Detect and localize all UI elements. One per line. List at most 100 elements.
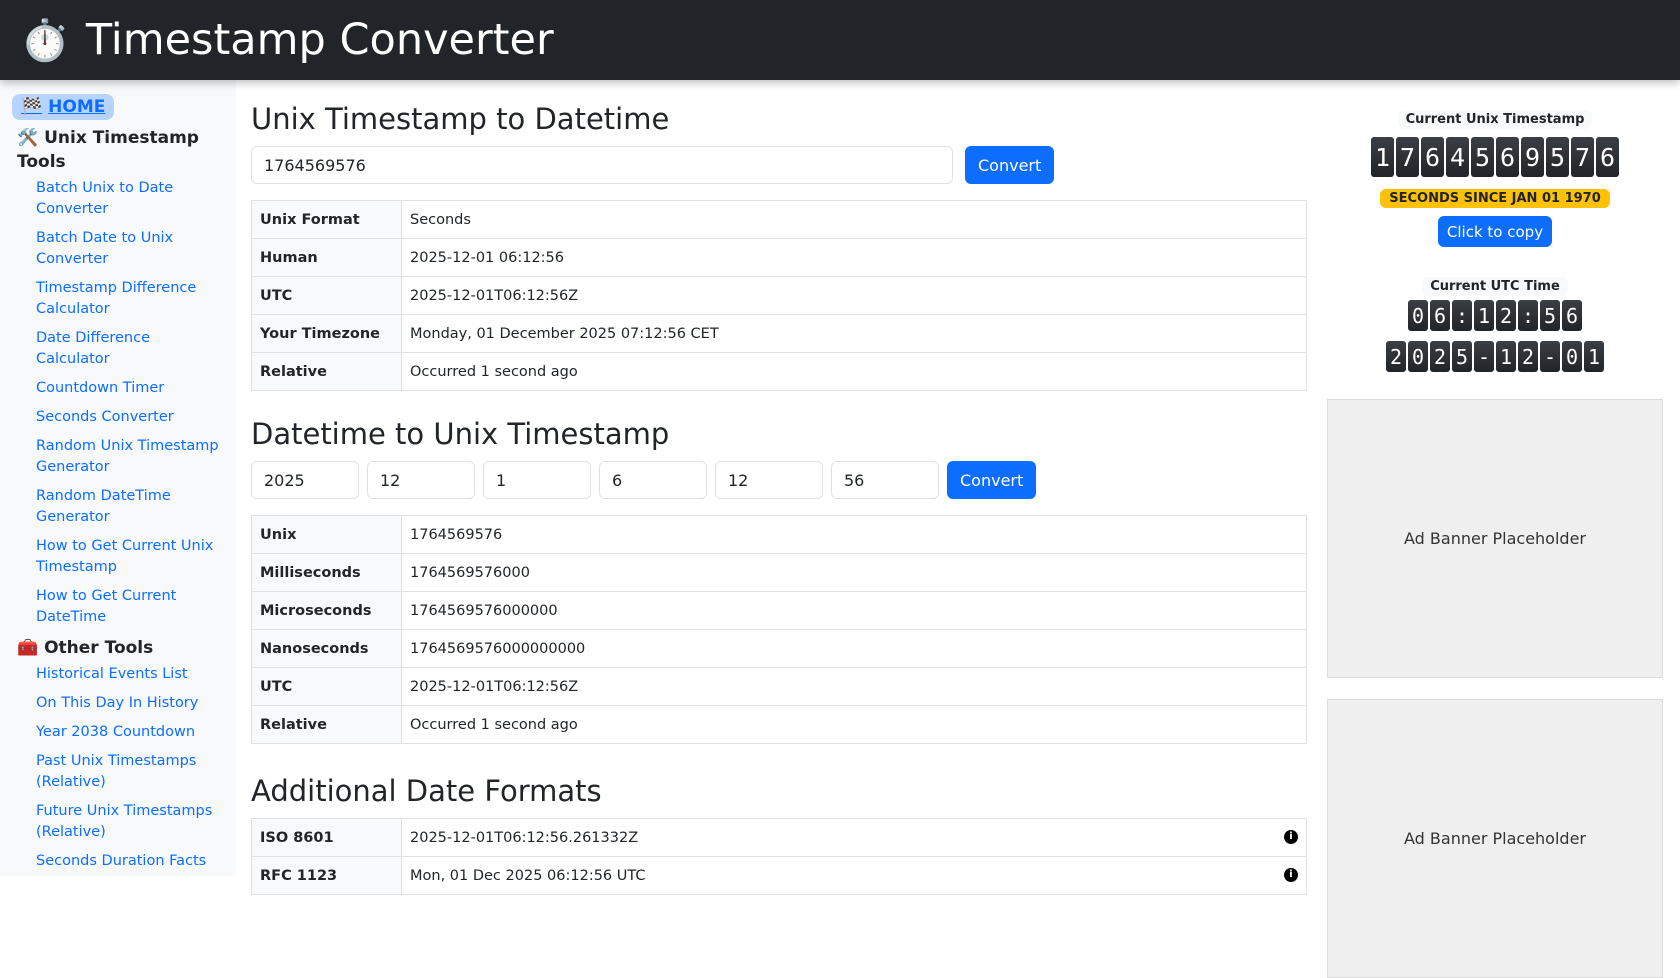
row-label: Nanoseconds — [251, 629, 402, 668]
digit-tile: 5 — [1540, 300, 1560, 331]
info-icon[interactable]: i — [1284, 867, 1298, 882]
row-label: Relative — [251, 705, 402, 744]
digit-tile: 9 — [1521, 137, 1544, 177]
value-text: Occurred 1 second ago — [410, 363, 578, 380]
sidebar-link[interactable]: Batch Date to Unix Converter — [36, 228, 224, 270]
info-icon[interactable]: i — [1284, 829, 1298, 844]
row-value: 1764569576 — [401, 515, 1307, 554]
table-row: UTC 2025-12-01T06:12:56Z — [251, 276, 1307, 315]
second-input[interactable]: 56 — [831, 461, 939, 499]
digit-tile: 5 — [1471, 137, 1494, 177]
section-label: Other Tools — [44, 638, 154, 658]
minute-input[interactable]: 12 — [715, 461, 823, 499]
row-value: 2025-12-01T06:12:56.261332Z i — [401, 818, 1307, 857]
sidebar-home-link[interactable]: 🏁 HOME — [12, 94, 115, 120]
digit-tile: : — [1518, 300, 1538, 331]
convert-date-button[interactable]: Convert — [947, 461, 1037, 499]
table-row: Unix 1764569576 — [251, 515, 1307, 554]
table-row: ISO 8601 2025-12-01T06:12:56.261332Z i — [251, 818, 1307, 857]
row-label: Human — [251, 238, 402, 277]
digit-tile: 6 — [1496, 137, 1519, 177]
row-label: UTC — [251, 667, 402, 706]
table-row: Relative Occurred 1 second ago — [251, 352, 1307, 391]
unix-timestamp-input[interactable]: 1764569576 — [251, 146, 953, 184]
additional-formats-heading: Additional Date Formats — [251, 774, 602, 808]
date-to-unix-heading: Datetime to Unix Timestamp — [251, 417, 670, 451]
digit-tile: 7 — [1571, 137, 1594, 177]
digit-tile: 7 — [1396, 137, 1419, 177]
sidebar-link[interactable]: Timestamp Difference Calculator — [36, 278, 224, 320]
ad-banner[interactable]: Ad Banner Placeholder — [1327, 699, 1663, 978]
current-utc-label: Current UTC Time — [1422, 277, 1568, 296]
sidebar-link[interactable]: On This Day In History — [36, 693, 224, 714]
row-value: Monday, 01 December 2025 07:12:56 CET — [401, 314, 1307, 353]
digit-tile: 2 — [1518, 341, 1538, 372]
sidebar-link[interactable]: Year 2038 Countdown — [36, 722, 224, 743]
value-text: Monday, 01 December 2025 07:12:56 CET — [410, 325, 719, 342]
table-row: Nanoseconds 1764569576000000000 — [251, 629, 1307, 668]
main-content: Unix Timestamp to Datetime 1764569576 Co… — [251, 80, 1307, 895]
table-row: Human 2025-12-01 06:12:56 — [251, 238, 1307, 277]
sidebar-link[interactable]: Seconds Converter — [36, 407, 224, 428]
value-text: 2025-12-01T06:12:56Z — [410, 678, 579, 695]
ad-banner[interactable]: Ad Banner Placeholder — [1327, 399, 1663, 678]
utc-time-digits: 06:12:56 — [1327, 300, 1663, 331]
unix-to-date-heading: Unix Timestamp to Datetime — [251, 102, 670, 136]
row-label: Unix — [251, 515, 402, 554]
digit-tile: 0 — [1562, 341, 1582, 372]
month-input[interactable]: 12 — [367, 461, 475, 499]
toolbox-icon: 🧰 — [17, 638, 39, 658]
row-value: Seconds — [401, 200, 1307, 239]
digit-tile: - — [1474, 341, 1494, 372]
sidebar-link[interactable]: Date Difference Calculator — [36, 328, 224, 370]
digit-tile: 0 — [1408, 341, 1428, 372]
value-text: 2025-12-01T06:12:56Z — [410, 287, 579, 304]
sidebar-link[interactable]: Batch Unix to Date Converter — [36, 178, 224, 220]
sidebar-link[interactable]: Random DateTime Generator — [36, 486, 224, 528]
digit-tile: 2 — [1430, 341, 1450, 372]
sidebar-link[interactable]: Random Unix Timestamp Generator — [36, 436, 224, 478]
row-value: 1764569576000000000 — [401, 629, 1307, 668]
year-input[interactable]: 2025 — [251, 461, 359, 499]
row-value: 2025-12-01 06:12:56 — [401, 238, 1307, 277]
value-text: 1764569576000 — [410, 564, 530, 581]
sidebar-link[interactable]: Seconds Duration Facts — [36, 851, 224, 872]
digit-tile: 5 — [1546, 137, 1569, 177]
day-input[interactable]: 1 — [483, 461, 591, 499]
section-other-tools: 🧰 Other Tools — [17, 636, 219, 660]
value-text: 2025-12-01T06:12:56.261332Z — [410, 829, 639, 846]
stopwatch-icon: ⏱️ — [20, 17, 70, 64]
sidebar-link[interactable]: Past Unix Timestamps (Relative) — [36, 751, 224, 793]
value-text: Seconds — [410, 211, 471, 228]
additional-formats-table: ISO 8601 2025-12-01T06:12:56.261332Z i RFC … — [251, 818, 1307, 895]
table-row: Unix Format Seconds — [251, 200, 1307, 239]
header: ⏱️ Timestamp Converter — [0, 0, 1680, 80]
sidebar: 🏁 HOME 🛠️ Unix Timestamp Tools Batch Unix… — [0, 80, 236, 876]
copy-button[interactable]: Click to copy — [1437, 216, 1553, 247]
sidebar-link[interactable]: Countdown Timer — [36, 378, 224, 399]
row-label: ISO 8601 — [251, 818, 402, 857]
row-value: Occurred 1 second ago — [401, 705, 1307, 744]
sidebar-link[interactable]: Future Unix Timestamps (Relative) — [36, 801, 224, 843]
site-title[interactable]: Timestamp Converter — [86, 15, 554, 65]
digit-tile: 1 — [1371, 137, 1394, 177]
row-label: Unix Format — [251, 200, 402, 239]
convert-unix-button[interactable]: Convert — [965, 146, 1055, 184]
digit-tile: 0 — [1408, 300, 1428, 331]
value-text: 1764569576000000 — [410, 602, 558, 619]
digit-tile: 6 — [1596, 137, 1619, 177]
sidebar-link[interactable]: How to Get Current Unix Timestamp — [36, 536, 224, 578]
row-value: 2025-12-01T06:12:56Z — [401, 667, 1307, 706]
digit-tile: 5 — [1452, 341, 1472, 372]
value-text: 1764569576000000000 — [410, 640, 586, 657]
row-label: Milliseconds — [251, 553, 402, 592]
sidebar-link[interactable]: Historical Events List — [36, 664, 224, 685]
sidebar-link[interactable]: How to Get Current DateTime — [36, 586, 224, 628]
digit-tile: 2 — [1386, 341, 1406, 372]
section-unix-tools: 🛠️ Unix Timestamp Tools — [17, 126, 219, 174]
row-value: 1764569576000 — [401, 553, 1307, 592]
seconds-since-badge: SECONDS SINCE JAN 01 1970 — [1380, 189, 1610, 208]
digit-tile: 6 — [1562, 300, 1582, 331]
hour-input[interactable]: 6 — [599, 461, 707, 499]
table-row: Microseconds 1764569576000000 — [251, 591, 1307, 630]
